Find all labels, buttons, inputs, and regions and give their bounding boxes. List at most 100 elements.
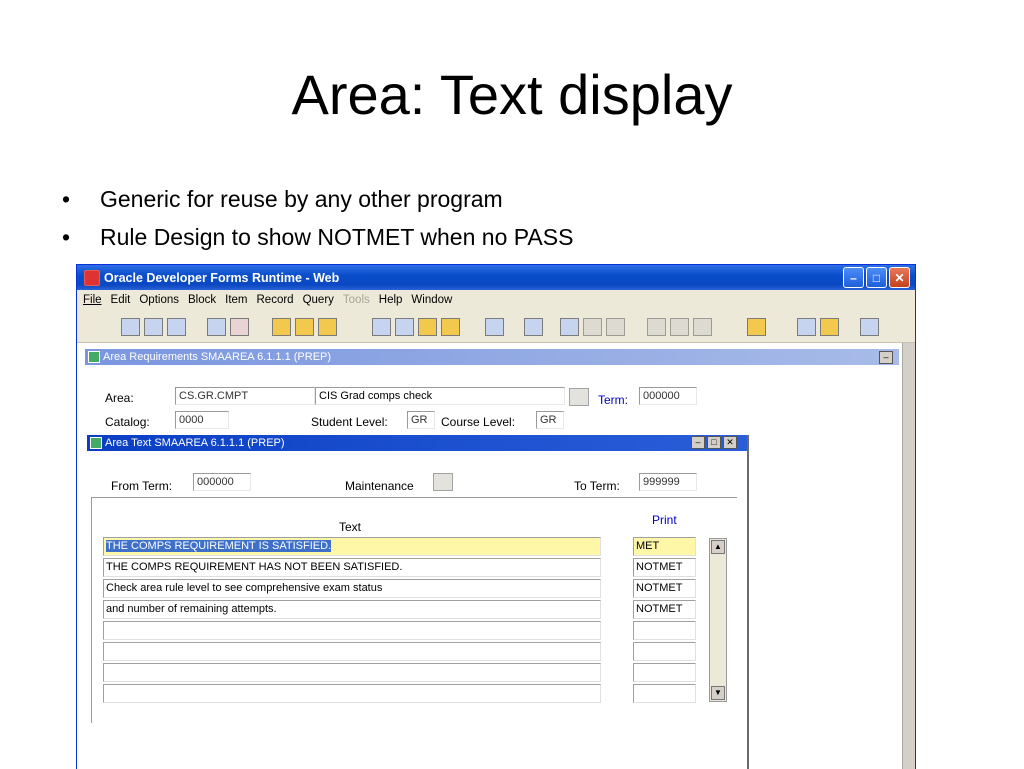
rollback-icon[interactable] [144, 318, 163, 336]
course-level-label: Course Level: [441, 415, 516, 429]
save-icon[interactable] [121, 318, 140, 336]
print-row[interactable]: NOTMET [633, 579, 696, 598]
print-row[interactable]: NOTMET [633, 600, 696, 619]
to-term-label: To Term: [574, 479, 620, 493]
previous-record-icon[interactable] [418, 318, 437, 336]
insert-record-icon[interactable] [207, 318, 226, 336]
area-text-close-button[interactable]: ✕ [723, 436, 737, 449]
oracle-forms-window: Oracle Developer Forms Runtime - Web – □… [76, 264, 916, 769]
form-icon [90, 437, 102, 449]
workspace-scrollbar[interactable] [902, 343, 915, 769]
paste-icon [670, 318, 689, 336]
text-row[interactable] [103, 621, 601, 640]
print-column-header: Print [652, 513, 677, 527]
text-row[interactable] [103, 642, 601, 661]
text-row[interactable]: and number of remaining attempts. [103, 600, 601, 619]
student-level-field[interactable]: GR [407, 411, 435, 429]
section-divider [91, 497, 737, 498]
exit-arrow-icon[interactable] [167, 318, 186, 336]
text-row-value: THE COMPS REQUIREMENT IS SATISFIED. [106, 540, 332, 552]
form-icon [88, 351, 100, 363]
cancel-query-icon [606, 318, 625, 336]
area-text-minimize-button[interactable]: – [691, 436, 705, 449]
print-row[interactable] [633, 663, 696, 682]
print-icon[interactable] [524, 318, 543, 336]
area-requirements-titlebar[interactable]: Area Requirements SMAAREA 6.1.1.1 (PREP) [85, 349, 899, 365]
text-row[interactable]: Check area rule level to see comprehensi… [103, 579, 601, 598]
window-titlebar[interactable]: Oracle Developer Forms Runtime - Web – □… [77, 265, 915, 290]
print-row[interactable] [633, 684, 696, 703]
menu-record[interactable]: Record [257, 294, 294, 306]
area-text-titlebar[interactable]: Area Text SMAAREA 6.1.1.1 (PREP) [87, 435, 747, 451]
search-icon [569, 388, 589, 406]
minimize-button[interactable]: – [843, 267, 864, 288]
menu-edit[interactable]: Edit [111, 294, 131, 306]
to-term-field[interactable]: 999999 [639, 473, 697, 491]
bullet-dot: • [62, 186, 71, 212]
bullet-item: • Rule Design to show NOTMET when no PAS… [62, 224, 573, 262]
book-icon[interactable] [797, 318, 816, 336]
bullet-text: Rule Design to show NOTMET when no PASS [100, 224, 574, 250]
menu-query[interactable]: Query [303, 294, 334, 306]
menu-options[interactable]: Options [139, 294, 179, 306]
area-req-minimize-button[interactable]: – [879, 351, 893, 364]
menu-help[interactable]: Help [379, 294, 403, 306]
toolbar [77, 310, 915, 343]
next-block-icon[interactable] [395, 318, 414, 336]
menu-item[interactable]: Item [225, 294, 247, 306]
bullet-text: Generic for reuse by any other program [100, 186, 503, 212]
text-row[interactable]: THE COMPS REQUIREMENT HAS NOT BEEN SATIS… [103, 558, 601, 577]
text-row[interactable]: THE COMPS REQUIREMENT IS SATISFIED. [103, 537, 601, 556]
print-row[interactable]: MET [633, 537, 696, 556]
section-left-border [91, 497, 92, 723]
text-row[interactable] [103, 663, 601, 682]
cut-icon [693, 318, 712, 336]
area-code-field[interactable]: CS.GR.CMPT [175, 387, 315, 405]
print-row[interactable] [633, 621, 696, 640]
from-term-label: From Term: [111, 479, 173, 493]
bullet-dot: • [62, 224, 71, 250]
help-query-icon[interactable] [272, 318, 291, 336]
area-requirements-title: Area Requirements SMAAREA 6.1.1.1 (PREP) [103, 351, 332, 363]
menu-block[interactable]: Block [188, 294, 216, 306]
window-title: Oracle Developer Forms Runtime - Web [104, 270, 340, 285]
text-row[interactable] [103, 684, 601, 703]
term-field[interactable]: 000000 [639, 387, 697, 405]
list-values-icon[interactable] [295, 318, 314, 336]
term-label: Term: [598, 393, 628, 407]
area-label: Area: [105, 391, 134, 405]
menu-bar: File Edit Options Block Item Record Quer… [77, 290, 915, 310]
slide-title: Area: Text display [291, 63, 733, 126]
menu-window[interactable]: Window [411, 294, 452, 306]
area-description-field[interactable]: CIS Grad comps check [315, 387, 565, 405]
copy-icon [647, 318, 666, 336]
menu-tools: Tools [342, 294, 370, 306]
maintenance-label: Maintenance [345, 479, 414, 493]
calendar-icon[interactable] [747, 318, 766, 336]
enter-query-icon[interactable] [560, 318, 579, 336]
scroll-down-icon[interactable]: ▼ [711, 686, 725, 700]
oracle-app-icon [84, 269, 100, 286]
tools-icon [433, 473, 453, 491]
area-text-maximize-button[interactable]: □ [707, 436, 721, 449]
from-term-field[interactable]: 000000 [193, 473, 251, 491]
course-level-field[interactable]: GR [536, 411, 564, 429]
print-row[interactable] [633, 642, 696, 661]
exit-x-icon[interactable] [860, 318, 879, 336]
catalog-label: Catalog: [105, 415, 150, 429]
next-record-icon[interactable] [441, 318, 460, 336]
menu-file[interactable]: File [83, 294, 102, 306]
print-row[interactable]: NOTMET [633, 558, 696, 577]
text-rows-scrollbar[interactable]: ▲ ▼ [709, 538, 727, 702]
bullet-list: • Generic for reuse by any other program… [62, 186, 573, 262]
edit-field-icon[interactable] [318, 318, 337, 336]
scroll-up-icon[interactable]: ▲ [711, 540, 725, 554]
close-button[interactable]: ✕ [889, 267, 910, 288]
delete-record-icon[interactable] [230, 318, 249, 336]
question-icon[interactable] [820, 318, 839, 336]
count-icon[interactable] [485, 318, 504, 336]
area-text-title: Area Text SMAAREA 6.1.1.1 (PREP) [105, 437, 285, 449]
previous-block-icon[interactable] [372, 318, 391, 336]
maximize-button[interactable]: □ [866, 267, 887, 288]
catalog-field[interactable]: 0000 [175, 411, 229, 429]
